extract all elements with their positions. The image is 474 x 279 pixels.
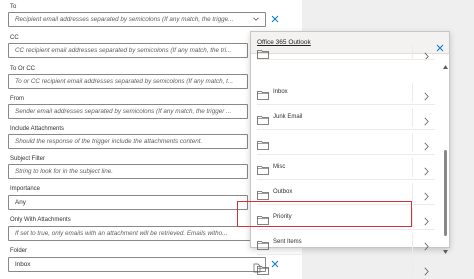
scrollbar[interactable] <box>442 54 449 254</box>
folder-item-label: Misc <box>273 164 286 170</box>
folder-input[interactable]: Inbox <box>8 257 266 273</box>
divider <box>412 208 413 227</box>
scroll-down-icon[interactable] <box>443 241 448 254</box>
folder-item-label: Inbox <box>273 89 288 95</box>
to-or-cc-label: To Or CC <box>10 66 36 72</box>
from-input[interactable]: Sender email addresses separated by semi… <box>8 104 248 119</box>
folder-icon <box>257 112 269 125</box>
folder-item[interactable] <box>251 130 441 155</box>
folder-icon <box>257 262 269 275</box>
subject-filter-label: Subject Filter <box>10 156 46 162</box>
subject-filter-input[interactable]: String to look for in the subject line. <box>8 164 248 179</box>
clear-to-icon[interactable] <box>271 15 279 23</box>
chevron-right-icon[interactable] <box>424 138 429 151</box>
folder-icon <box>257 46 269 59</box>
folder-icon <box>257 87 269 100</box>
include-attachments-label: Include Attachments <box>10 126 65 132</box>
chevron-right-icon[interactable] <box>424 88 429 101</box>
divider <box>257 59 435 60</box>
from-label: From <box>10 96 24 102</box>
folder-item[interactable] <box>251 255 441 279</box>
chevron-right-icon[interactable] <box>424 113 429 126</box>
to-or-cc-placeholder: To or CC recipient email addresses separ… <box>15 78 234 85</box>
folder-item[interactable] <box>251 45 441 61</box>
folder-icon <box>257 137 269 150</box>
folder-icon <box>257 237 269 250</box>
divider <box>412 158 413 177</box>
folder-icon <box>257 162 269 175</box>
divider <box>412 183 413 202</box>
cc-placeholder: CC recipient email addresses separated b… <box>15 47 232 54</box>
divider <box>412 108 413 127</box>
cc-input[interactable]: CC recipient email addresses separated b… <box>8 43 248 58</box>
folder-value: Inbox <box>15 261 31 268</box>
divider <box>412 45 413 58</box>
folder-item-label: Outbox <box>273 189 293 195</box>
chevron-right-icon[interactable] <box>424 48 429 61</box>
divider <box>412 258 413 277</box>
folder-item[interactable]: Misc <box>251 155 441 180</box>
folder-icon <box>257 187 269 200</box>
chevron-right-icon[interactable] <box>424 213 429 226</box>
scroll-up-icon[interactable] <box>443 56 448 69</box>
divider <box>412 83 413 102</box>
only-with-attachments-label: Only With Attachments <box>10 217 71 223</box>
importance-select[interactable]: Any <box>8 195 248 210</box>
include-attachments-placeholder: Should the response of the trigger inclu… <box>15 138 203 145</box>
scrollbar-thumb[interactable] <box>444 150 447 236</box>
divider <box>412 133 413 152</box>
to-label: To <box>10 4 17 10</box>
folder-label: Folder <box>10 248 28 254</box>
folder-item[interactable]: Inbox <box>251 80 441 105</box>
only-with-attachments-select[interactable]: If set to true, only emails with an atta… <box>8 226 266 241</box>
selection-highlight <box>237 201 412 227</box>
chevron-right-icon[interactable] <box>424 238 429 251</box>
importance-label: Importance <box>10 186 41 192</box>
to-input[interactable]: Recipient email addresses separated by s… <box>8 12 266 27</box>
divider <box>412 233 413 252</box>
folder-item-label: Junk Email <box>273 114 303 120</box>
to-or-cc-input[interactable]: To or CC recipient email addresses separ… <box>8 74 248 89</box>
cc-label: CC <box>10 35 19 41</box>
folder-item[interactable]: Junk Email <box>251 105 441 130</box>
folder-item-label: Sent Items <box>273 239 302 245</box>
from-placeholder: Sender email addresses separated by semi… <box>15 108 232 115</box>
only-with-attachments-placeholder: If set to true, only emails with an atta… <box>15 230 228 237</box>
chevron-right-icon[interactable] <box>424 263 429 276</box>
folder-item[interactable]: Sent Items <box>251 230 441 255</box>
chevron-down-icon[interactable] <box>253 16 259 22</box>
chevron-right-icon[interactable] <box>424 188 429 201</box>
chevron-right-icon[interactable] <box>424 163 429 176</box>
include-attachments-select[interactable]: Should the response of the trigger inclu… <box>8 134 248 149</box>
to-placeholder: Recipient email addresses separated by s… <box>15 16 234 23</box>
subject-filter-placeholder: String to look for in the subject line. <box>15 168 114 175</box>
importance-value: Any <box>15 199 26 206</box>
